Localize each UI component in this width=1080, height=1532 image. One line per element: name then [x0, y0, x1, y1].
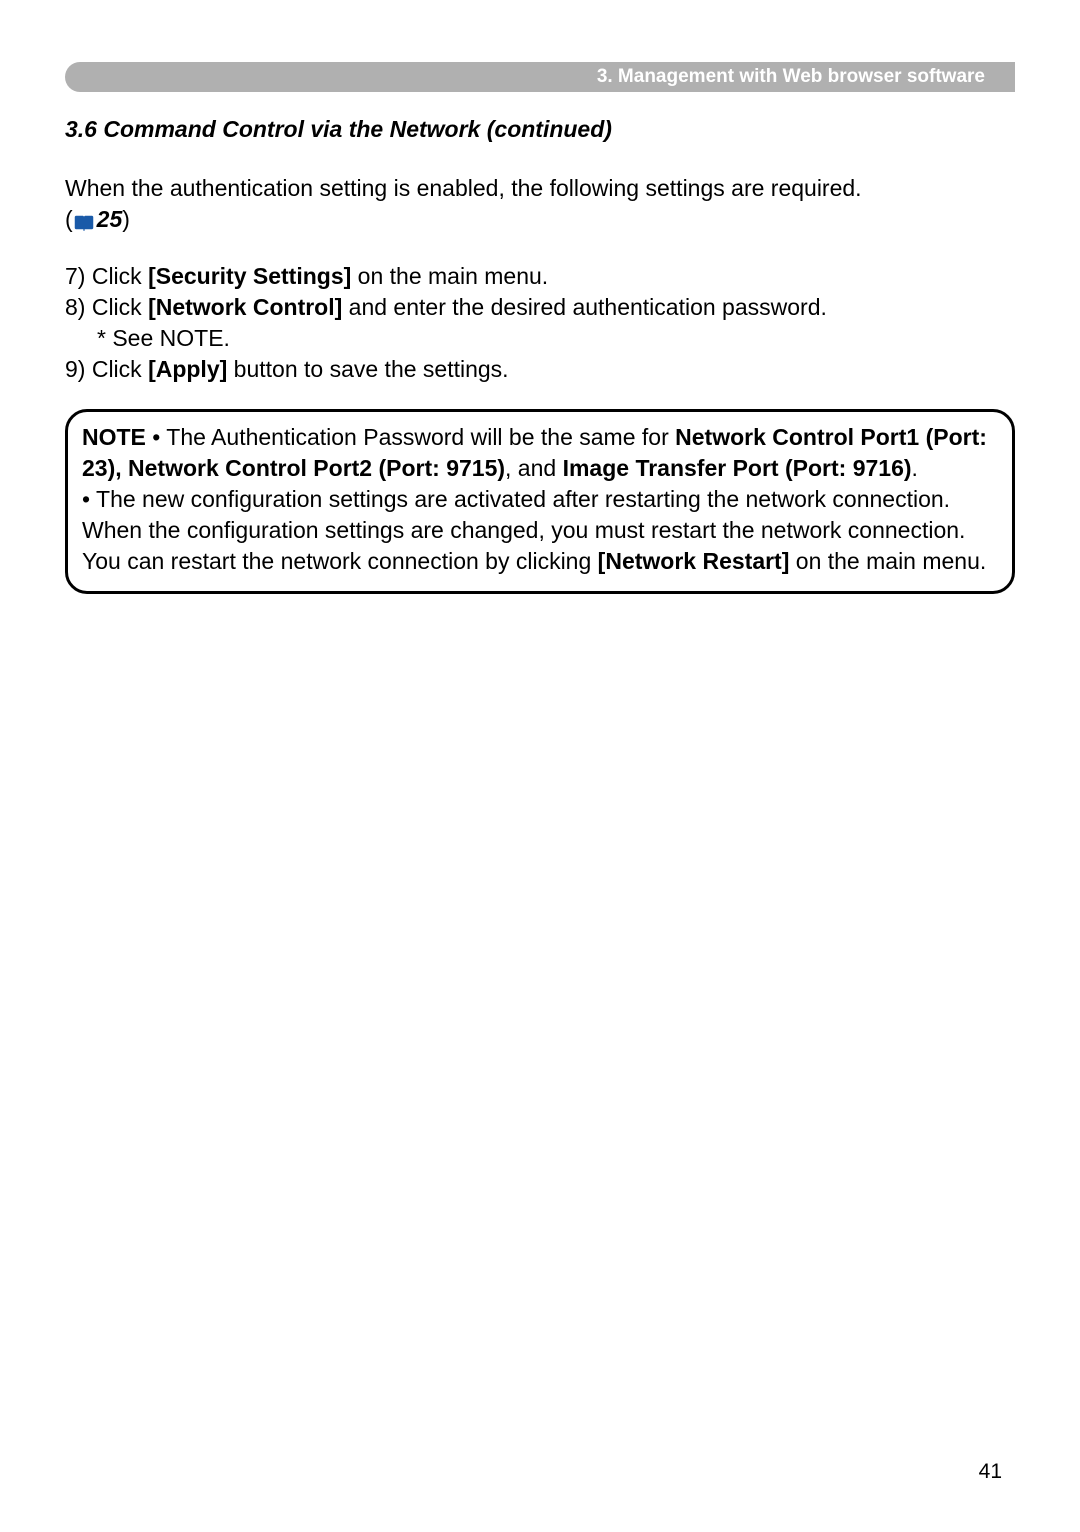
page-container: 3. Management with Web browser software … [0, 0, 1080, 594]
step-7: 7) Click [Security Settings] on the main… [65, 261, 1015, 292]
note-p2-c: on the main menu. [789, 548, 986, 574]
note-p1-e: . [912, 455, 918, 481]
step-7-suffix: on the main menu. [351, 263, 548, 289]
step-7-prefix: 7) Click [65, 263, 148, 289]
ref-close: ) [122, 206, 130, 232]
step-8-prefix: 8) Click [65, 294, 148, 320]
section-title: 3.6 Command Control via the Network (con… [65, 116, 1015, 143]
book-icon [73, 212, 95, 230]
step-9-suffix: button to save the settings. [227, 356, 508, 382]
step-8-suffix: and enter the desired authentication pas… [342, 294, 827, 320]
note-p2-b: [Network Restart] [598, 548, 790, 574]
step-9-prefix: 9) Click [65, 356, 148, 382]
note-box: NOTE • The Authentication Password will … [65, 409, 1015, 594]
note-p1-a: • The Authentication Password will be th… [146, 424, 675, 450]
step-9-bold: [Apply] [148, 356, 227, 382]
step-8: 8) Click [Network Control] and enter the… [65, 292, 1015, 323]
note-p1-c: , and [505, 455, 563, 481]
step-8-note: * See NOTE. [65, 323, 1015, 354]
header-chapter-text: 3. Management with Web browser software [597, 66, 985, 88]
intro-text: When the authentication setting is enabl… [65, 173, 1015, 204]
step-9: 9) Click [Apply] button to save the sett… [65, 354, 1015, 385]
step-8-bold: [Network Control] [148, 294, 342, 320]
header-bar: 3. Management with Web browser software [65, 62, 1015, 92]
note-p1-d: Image Transfer Port (Port: 9716) [563, 455, 912, 481]
step-7-bold: [Security Settings] [148, 263, 351, 289]
ref-number: 25 [97, 206, 123, 232]
reference-line: (25) [65, 206, 1015, 233]
ref-open: ( [65, 206, 73, 232]
step-list: 7) Click [Security Settings] on the main… [65, 261, 1015, 385]
note-label: NOTE [82, 424, 146, 450]
page-number: 41 [979, 1460, 1002, 1484]
